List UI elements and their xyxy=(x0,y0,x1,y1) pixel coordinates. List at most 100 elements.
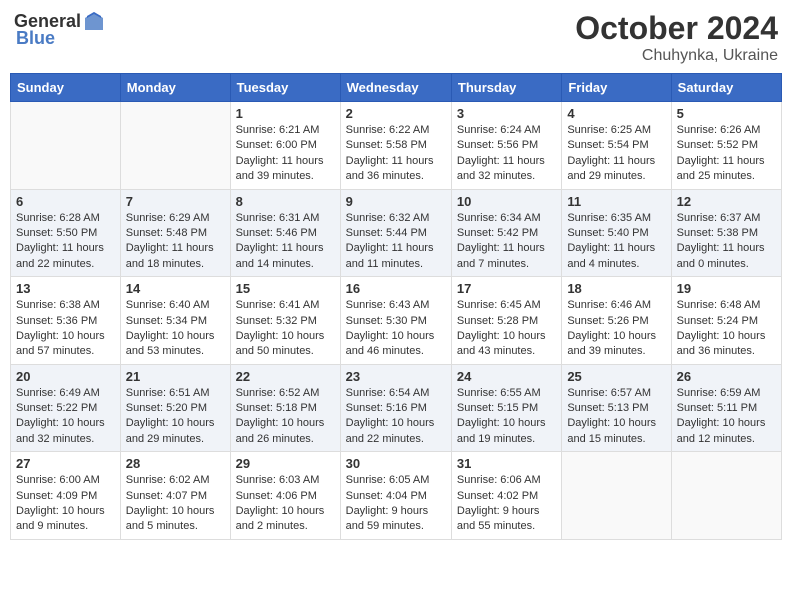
day-number: 13 xyxy=(16,281,115,296)
day-info: Sunrise: 6:24 AM Sunset: 5:56 PM Dayligh… xyxy=(457,123,556,185)
day-number: 10 xyxy=(457,194,556,209)
calendar-cell: 14Sunrise: 6:40 AM Sunset: 5:34 PM Dayli… xyxy=(120,277,230,365)
day-info: Sunrise: 6:45 AM Sunset: 5:28 PM Dayligh… xyxy=(457,298,556,360)
day-info: Sunrise: 6:03 AM Sunset: 4:06 PM Dayligh… xyxy=(236,473,335,535)
calendar-cell: 31 Sunrise: 6:06 AM Sunset: 4:02 PM Dayli… xyxy=(451,452,561,540)
calendar-week-row: 20 Sunrise: 6:49 AM Sunset: 5:22 PM Dayli… xyxy=(11,364,782,452)
day-info: Sunrise: 6:02 AM Sunset: 4:07 PM Dayligh… xyxy=(126,473,225,535)
calendar-cell: 3 Sunrise: 6:24 AM Sunset: 5:56 PM Daylig… xyxy=(451,102,561,190)
calendar-cell: 4 Sunrise: 6:25 AM Sunset: 5:54 PM Daylig… xyxy=(562,102,671,190)
calendar-cell: 1 Sunrise: 6:21 AM Sunset: 6:00 PM Daylig… xyxy=(230,102,340,190)
day-info: Sunrise: 6:32 AM Sunset: 5:44 PM Dayligh… xyxy=(346,211,446,273)
day-info: Sunrise: 6:49 AM Sunset: 5:22 PM Dayligh… xyxy=(16,386,115,448)
calendar-week-row: 1 Sunrise: 6:21 AM Sunset: 6:00 PM Daylig… xyxy=(11,102,782,190)
day-number: 3 xyxy=(457,106,556,121)
day-number: 7 xyxy=(126,194,225,209)
calendar-cell: 12Sunrise: 6:37 AM Sunset: 5:38 PM Dayli… xyxy=(671,189,781,277)
day-info: Sunrise: 6:43 AM Sunset: 5:30 PM Dayligh… xyxy=(346,298,446,360)
calendar-cell: 29 Sunrise: 6:03 AM Sunset: 4:06 PM Dayli… xyxy=(230,452,340,540)
calendar-cell xyxy=(120,102,230,190)
day-number: 17 xyxy=(457,281,556,296)
day-number: 2 xyxy=(346,106,446,121)
calendar-cell: 28 Sunrise: 6:02 AM Sunset: 4:07 PM Dayli… xyxy=(120,452,230,540)
day-info: Sunrise: 6:52 AM Sunset: 5:18 PM Dayligh… xyxy=(236,386,335,448)
day-info: Sunrise: 6:25 AM Sunset: 5:54 PM Dayligh… xyxy=(567,123,665,185)
day-number: 6 xyxy=(16,194,115,209)
calendar-cell: 30 Sunrise: 6:05 AM Sunset: 4:04 PM Dayli… xyxy=(340,452,451,540)
day-number: 29 xyxy=(236,456,335,471)
logo: General Blue xyxy=(14,10,105,49)
day-number: 27 xyxy=(16,456,115,471)
day-number: 15 xyxy=(236,281,335,296)
calendar-cell: 7 Sunrise: 6:29 AM Sunset: 5:48 PM Daylig… xyxy=(120,189,230,277)
day-number: 30 xyxy=(346,456,446,471)
title-area: October 2024 Chuhynka, Ukraine xyxy=(575,10,778,65)
day-info: Sunrise: 6:54 AM Sunset: 5:16 PM Dayligh… xyxy=(346,386,446,448)
calendar-cell: 27 Sunrise: 6:00 AM Sunset: 4:09 PM Dayli… xyxy=(11,452,121,540)
month-title: October 2024 xyxy=(575,10,778,47)
calendar-cell: 26 Sunrise: 6:59 AM Sunset: 5:11 PM Dayli… xyxy=(671,364,781,452)
calendar-cell: 13 Sunrise: 6:38 AM Sunset: 5:36 PM Dayli… xyxy=(11,277,121,365)
logo-blue: Blue xyxy=(16,28,55,49)
calendar-cell: 23Sunrise: 6:54 AM Sunset: 5:16 PM Dayli… xyxy=(340,364,451,452)
weekday-header-tuesday: Tuesday xyxy=(230,74,340,102)
day-info: Sunrise: 6:40 AM Sunset: 5:34 PM Dayligh… xyxy=(126,298,225,360)
day-number: 9 xyxy=(346,194,446,209)
calendar-cell: 5Sunrise: 6:26 AM Sunset: 5:52 PM Daylig… xyxy=(671,102,781,190)
day-info: Sunrise: 6:31 AM Sunset: 5:46 PM Dayligh… xyxy=(236,211,335,273)
day-info: Sunrise: 6:48 AM Sunset: 5:24 PM Dayligh… xyxy=(677,298,776,360)
day-info: Sunrise: 6:51 AM Sunset: 5:20 PM Dayligh… xyxy=(126,386,225,448)
day-number: 11 xyxy=(567,194,665,209)
day-info: Sunrise: 6:55 AM Sunset: 5:15 PM Dayligh… xyxy=(457,386,556,448)
day-info: Sunrise: 6:57 AM Sunset: 5:13 PM Dayligh… xyxy=(567,386,665,448)
calendar-week-row: 13 Sunrise: 6:38 AM Sunset: 5:36 PM Dayli… xyxy=(11,277,782,365)
calendar-cell xyxy=(11,102,121,190)
day-number: 25 xyxy=(567,369,665,384)
logo-icon xyxy=(83,10,105,32)
day-info: Sunrise: 6:37 AM Sunset: 5:38 PM Dayligh… xyxy=(677,211,776,273)
calendar-cell: 6Sunrise: 6:28 AM Sunset: 5:50 PM Daylig… xyxy=(11,189,121,277)
day-info: Sunrise: 6:21 AM Sunset: 6:00 PM Dayligh… xyxy=(236,123,335,185)
calendar-cell: 24 Sunrise: 6:55 AM Sunset: 5:15 PM Dayli… xyxy=(451,364,561,452)
day-number: 20 xyxy=(16,369,115,384)
calendar-cell: 18Sunrise: 6:46 AM Sunset: 5:26 PM Dayli… xyxy=(562,277,671,365)
day-info: Sunrise: 6:46 AM Sunset: 5:26 PM Dayligh… xyxy=(567,298,665,360)
calendar-cell: 2 Sunrise: 6:22 AM Sunset: 5:58 PM Daylig… xyxy=(340,102,451,190)
weekday-header-row: SundayMondayTuesdayWednesdayThursdayFrid… xyxy=(11,74,782,102)
calendar-week-row: 6Sunrise: 6:28 AM Sunset: 5:50 PM Daylig… xyxy=(11,189,782,277)
weekday-header-saturday: Saturday xyxy=(671,74,781,102)
calendar-week-row: 27 Sunrise: 6:00 AM Sunset: 4:09 PM Dayli… xyxy=(11,452,782,540)
day-info: Sunrise: 6:34 AM Sunset: 5:42 PM Dayligh… xyxy=(457,211,556,273)
calendar-cell xyxy=(562,452,671,540)
day-number: 24 xyxy=(457,369,556,384)
calendar-cell: 10 Sunrise: 6:34 AM Sunset: 5:42 PM Dayli… xyxy=(451,189,561,277)
day-number: 5 xyxy=(677,106,776,121)
day-number: 4 xyxy=(567,106,665,121)
day-info: Sunrise: 6:41 AM Sunset: 5:32 PM Dayligh… xyxy=(236,298,335,360)
calendar-cell: 17 Sunrise: 6:45 AM Sunset: 5:28 PM Dayli… xyxy=(451,277,561,365)
day-info: Sunrise: 6:38 AM Sunset: 5:36 PM Dayligh… xyxy=(16,298,115,360)
calendar-cell: 21 Sunrise: 6:51 AM Sunset: 5:20 PM Dayli… xyxy=(120,364,230,452)
day-number: 31 xyxy=(457,456,556,471)
calendar-cell: 9 Sunrise: 6:32 AM Sunset: 5:44 PM Daylig… xyxy=(340,189,451,277)
weekday-header-friday: Friday xyxy=(562,74,671,102)
weekday-header-wednesday: Wednesday xyxy=(340,74,451,102)
day-number: 26 xyxy=(677,369,776,384)
day-number: 1 xyxy=(236,106,335,121)
day-info: Sunrise: 6:06 AM Sunset: 4:02 PM Dayligh… xyxy=(457,473,556,535)
calendar-cell xyxy=(671,452,781,540)
day-info: Sunrise: 6:22 AM Sunset: 5:58 PM Dayligh… xyxy=(346,123,446,185)
weekday-header-sunday: Sunday xyxy=(11,74,121,102)
day-number: 8 xyxy=(236,194,335,209)
day-info: Sunrise: 6:29 AM Sunset: 5:48 PM Dayligh… xyxy=(126,211,225,273)
day-info: Sunrise: 6:59 AM Sunset: 5:11 PM Dayligh… xyxy=(677,386,776,448)
day-info: Sunrise: 6:05 AM Sunset: 4:04 PM Dayligh… xyxy=(346,473,446,535)
calendar-cell: 19Sunrise: 6:48 AM Sunset: 5:24 PM Dayli… xyxy=(671,277,781,365)
calendar-cell: 22Sunrise: 6:52 AM Sunset: 5:18 PM Dayli… xyxy=(230,364,340,452)
day-number: 28 xyxy=(126,456,225,471)
day-number: 16 xyxy=(346,281,446,296)
day-info: Sunrise: 6:00 AM Sunset: 4:09 PM Dayligh… xyxy=(16,473,115,535)
page-header: General Blue October 2024 Chuhynka, Ukra… xyxy=(10,10,782,65)
calendar-cell: 25 Sunrise: 6:57 AM Sunset: 5:13 PM Dayli… xyxy=(562,364,671,452)
day-number: 21 xyxy=(126,369,225,384)
